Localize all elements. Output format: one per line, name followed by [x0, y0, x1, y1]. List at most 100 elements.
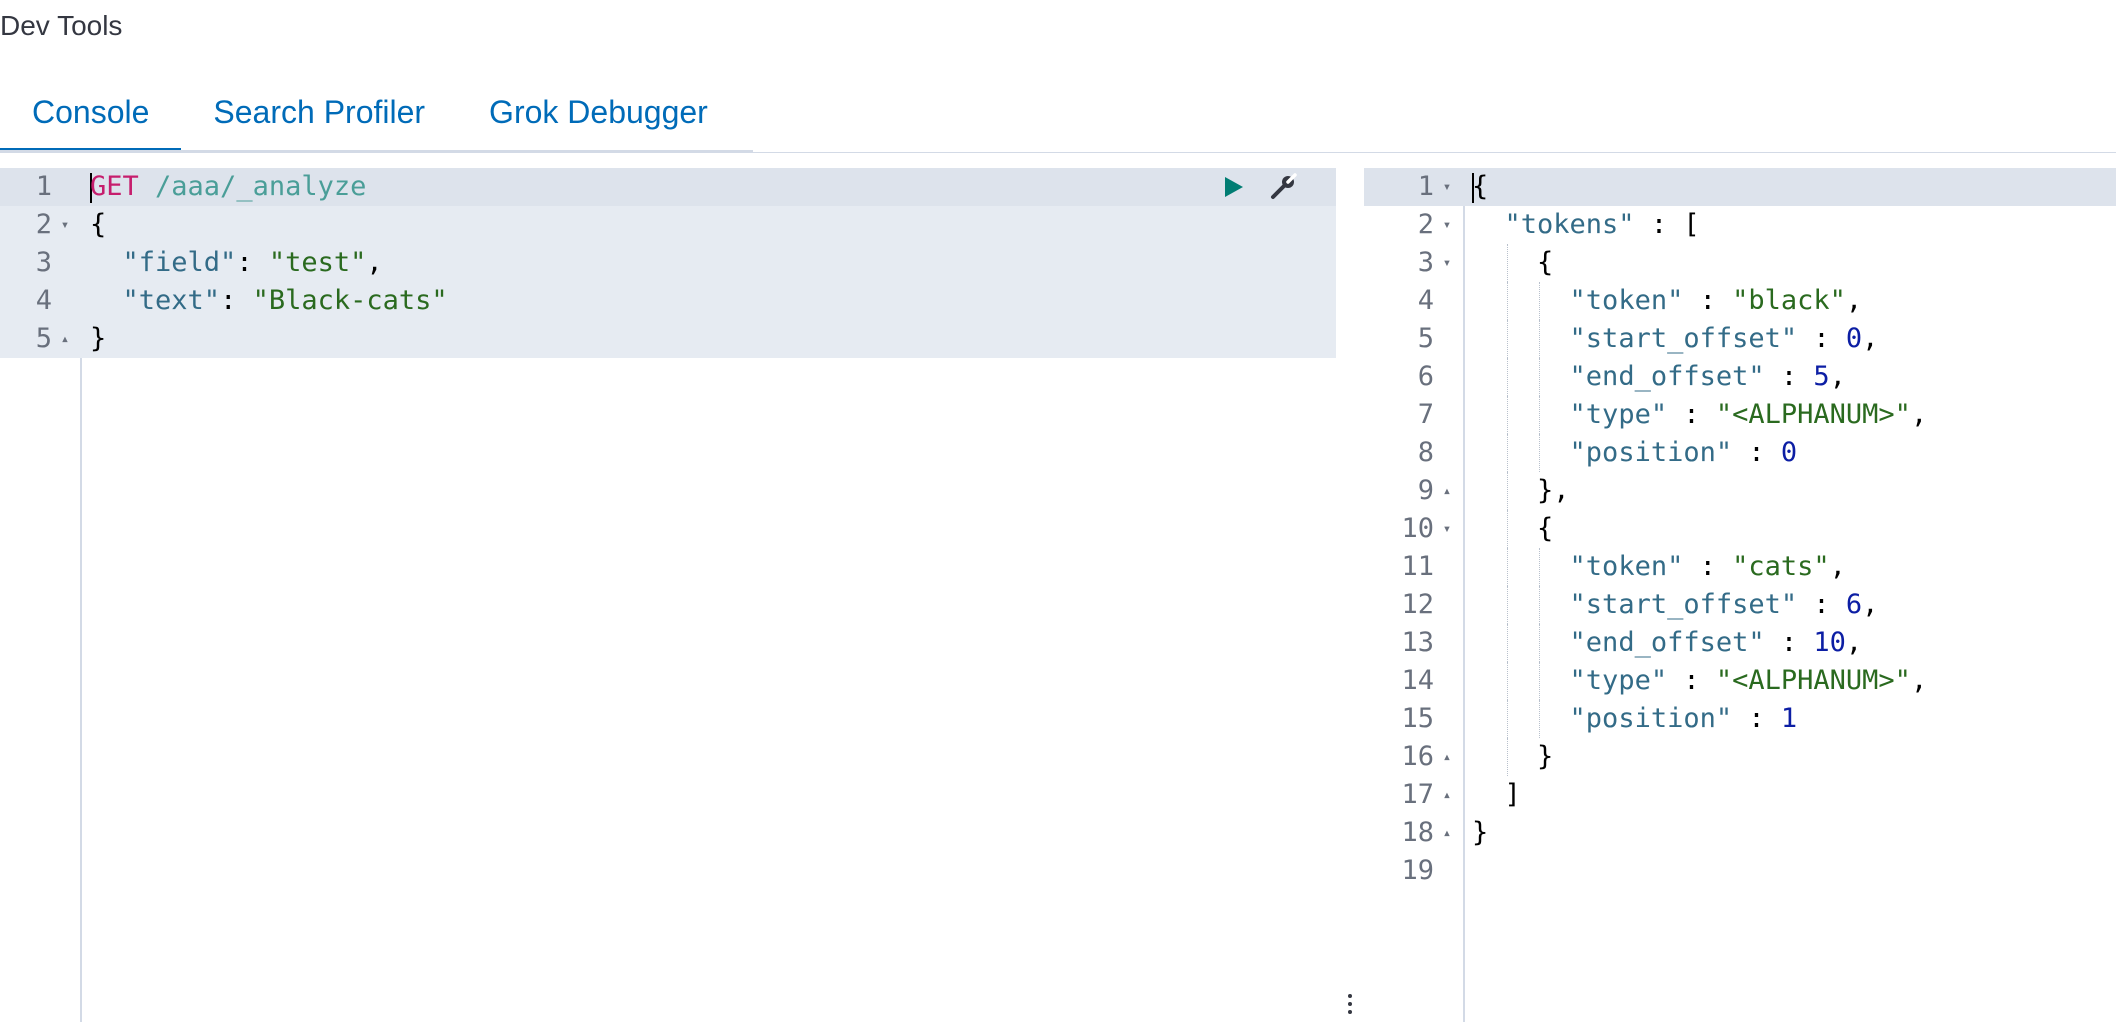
code-content: "start_offset" : 0,	[1472, 320, 1878, 358]
indent-guides	[1472, 510, 1537, 548]
fold-close-icon[interactable]: ▴	[1438, 814, 1456, 852]
line-number: 3	[1417, 247, 1434, 278]
code-line: 18 ▴}	[1364, 814, 2116, 852]
resizer-handle-icon	[1348, 994, 1352, 1014]
line-number: 19	[1401, 855, 1434, 886]
code-content: "token" : "cats",	[1472, 548, 1846, 586]
wrench-icon[interactable]	[1266, 170, 1300, 204]
code-token: "end_offset"	[1569, 627, 1765, 658]
code-token: 0	[1845, 323, 1863, 354]
fold-close-icon[interactable]: ▴	[1438, 738, 1456, 776]
code-line: 12 "start_offset" : 6,	[1364, 586, 2116, 624]
code-token: "Black-cats"	[252, 285, 448, 316]
code-content: ]	[1472, 776, 1521, 814]
code-token: ,	[366, 247, 383, 278]
code-token: {	[1472, 171, 1489, 202]
code-content: "position" : 0	[1472, 434, 1797, 472]
code-line: 19	[1364, 852, 2116, 890]
code-token: "text"	[122, 285, 221, 316]
fold-open-icon[interactable]: ▾	[1438, 206, 1456, 244]
fold-open-icon[interactable]: ▾	[56, 206, 74, 244]
line-number: 11	[1401, 551, 1434, 582]
code-content: "tokens" : [	[1472, 206, 1700, 244]
code-token: :	[1797, 589, 1846, 620]
tab-grok-debugger[interactable]: Grok Debugger	[457, 72, 740, 152]
tab-console[interactable]: Console	[0, 72, 182, 152]
code-token: 5	[1813, 361, 1830, 392]
code-line: 8 "position" : 0	[1364, 434, 2116, 472]
code-token: "tokens"	[1504, 209, 1635, 240]
code-token: ]	[1472, 779, 1521, 810]
line-number: 2	[1417, 209, 1434, 240]
fold-open-icon[interactable]: ▾	[1438, 510, 1456, 548]
code-line: 1 ▾ {	[1364, 168, 2116, 206]
indent-guides	[1472, 282, 1570, 320]
tab-search-profiler[interactable]: Search Profiler	[181, 72, 457, 152]
line-number: 1	[35, 171, 52, 202]
response-editor[interactable]: 1 ▾{2 ▾ "tokens" : [3 ▾ {4 "token" : "black…	[1364, 168, 2116, 1022]
code-token: : [	[1634, 209, 1700, 240]
code-token: /aaa/_analyze	[138, 171, 367, 202]
code-line: 17 ▴ ]	[1364, 776, 2116, 814]
fold-close-icon[interactable]: ▴	[1438, 776, 1456, 814]
request-editor[interactable]: 1 GET /aaa/_analyze 2 ▾{3 "field": "test", 4…	[0, 168, 1336, 1022]
code-token: 1	[1780, 703, 1798, 734]
code-content: {	[90, 206, 106, 244]
code-token: "type"	[1569, 399, 1668, 430]
fold-open-icon[interactable]: ▾	[1438, 168, 1456, 206]
code-line: 3 ▾ {	[1364, 244, 2116, 282]
indent-guides	[1472, 320, 1570, 358]
code-token: ,	[1829, 361, 1846, 392]
play-icon[interactable]	[1216, 170, 1250, 204]
code-token: ,	[1862, 323, 1879, 354]
code-token: "start_offset"	[1569, 323, 1798, 354]
code-token: :	[1683, 285, 1733, 316]
response-editor-lines: 1 ▾{2 ▾ "tokens" : [3 ▾ {4 "token" : "black…	[1364, 168, 2116, 890]
code-token: "position"	[1569, 703, 1733, 734]
indent-guides	[1472, 738, 1537, 776]
request-actions	[1216, 168, 1300, 206]
code-token: "type"	[1569, 665, 1668, 696]
code-token: :	[1667, 665, 1716, 696]
line-number: 15	[1401, 703, 1434, 734]
fold-open-icon[interactable]: ▾	[1438, 244, 1456, 282]
code-token: ,	[1845, 285, 1863, 316]
code-line: 1 GET /aaa/_analyze	[0, 168, 1336, 206]
code-token: :	[1667, 399, 1716, 430]
code-line: 9 ▴ },	[1364, 472, 2116, 510]
code-content: "text": "Black-cats"	[90, 282, 448, 320]
code-content: "start_offset" : 6,	[1472, 586, 1878, 624]
code-content: "field": "test",	[90, 244, 383, 282]
code-token: "<ALPHANUM>"	[1715, 665, 1911, 696]
code-line: 14 "type" : "<ALPHANUM>",	[1364, 662, 2116, 700]
line-number: 5	[1417, 323, 1434, 354]
tab-bar: Console Search Profiler Grok Debugger	[0, 72, 740, 152]
indent-guides	[1472, 434, 1570, 472]
code-token: ,	[1910, 399, 1928, 430]
indent-guides	[1472, 548, 1570, 586]
code-line: 10 ▾ {	[1364, 510, 2116, 548]
code-token: GET	[90, 171, 139, 202]
code-token: ,	[1829, 551, 1846, 582]
line-number: 4	[35, 285, 52, 316]
code-line: 2 ▾ "tokens" : [	[1364, 206, 2116, 244]
fold-close-icon[interactable]: ▴	[56, 320, 74, 358]
code-token: "black"	[1732, 285, 1846, 316]
line-number: 5	[35, 323, 52, 354]
request-editor-lines[interactable]: 1 GET /aaa/_analyze 2 ▾{3 "field": "test", 4…	[0, 168, 1336, 358]
code-token: {	[90, 209, 107, 240]
code-content: "position" : 1	[1472, 700, 1797, 738]
code-token: ,	[1910, 665, 1928, 696]
indent-guides	[1472, 624, 1570, 662]
code-token: 6	[1845, 589, 1863, 620]
code-line: 13 "end_offset" : 10,	[1364, 624, 2116, 662]
code-token: :	[1764, 627, 1814, 658]
fold-close-icon[interactable]: ▴	[1438, 472, 1456, 510]
pane-resizer[interactable]	[1336, 168, 1364, 1022]
line-number: 8	[1417, 437, 1434, 468]
code-line: 6 "end_offset" : 5,	[1364, 358, 2116, 396]
code-token: {	[1537, 513, 1554, 544]
